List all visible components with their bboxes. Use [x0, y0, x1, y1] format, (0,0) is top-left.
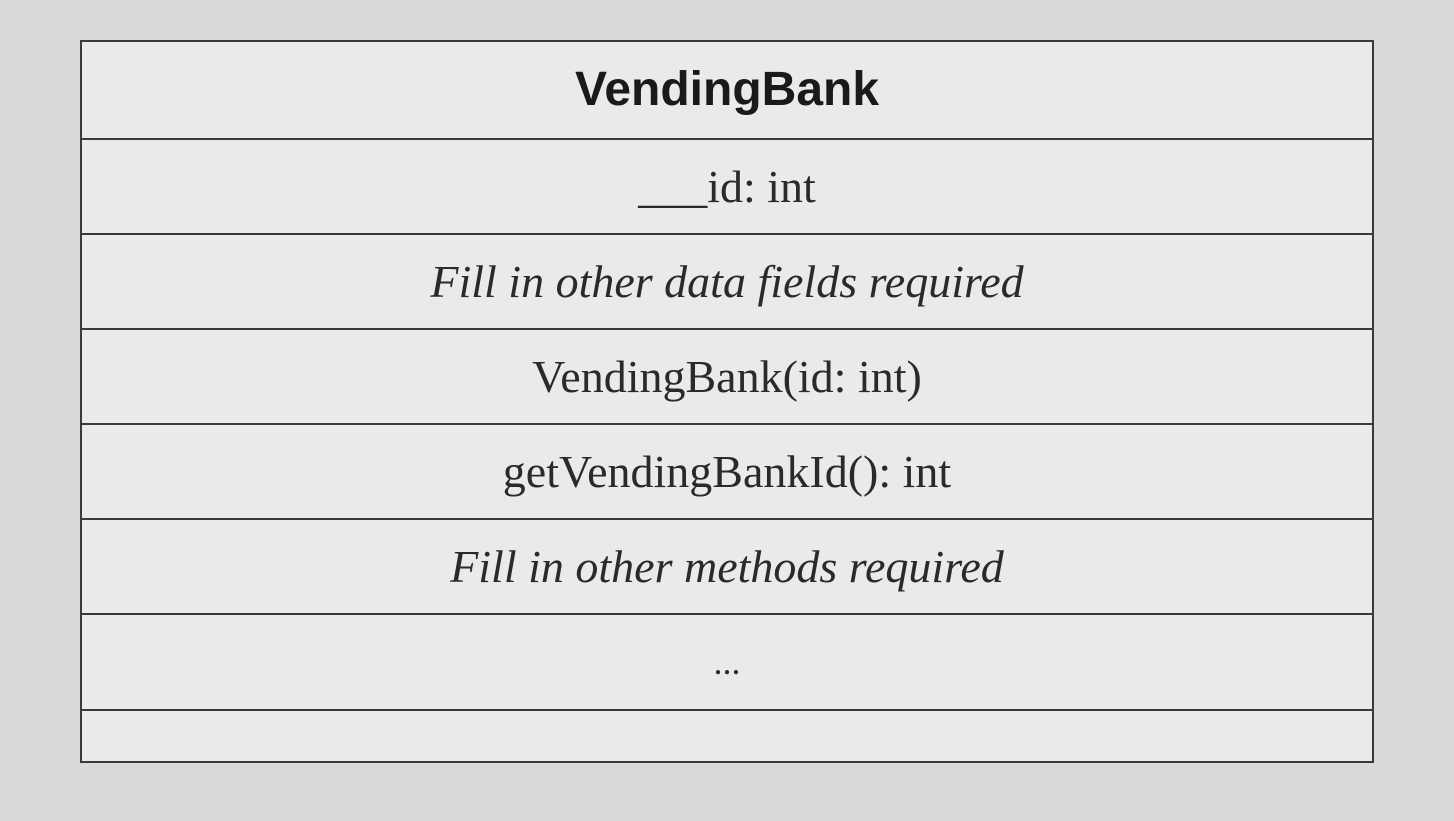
method-row: getVendingBankId(): int	[82, 425, 1372, 520]
constructor-row: VendingBank(id: int)	[82, 330, 1372, 425]
attribute-placeholder-row: Fill in other data fields required	[82, 235, 1372, 330]
ellipsis-row: ...	[82, 615, 1372, 711]
class-name-row: VendingBank	[82, 42, 1372, 140]
empty-row	[82, 711, 1372, 761]
uml-class-diagram: VendingBank ___id: int Fill in other dat…	[80, 40, 1374, 763]
attribute-row: ___id: int	[82, 140, 1372, 235]
method-placeholder-row: Fill in other methods required	[82, 520, 1372, 615]
